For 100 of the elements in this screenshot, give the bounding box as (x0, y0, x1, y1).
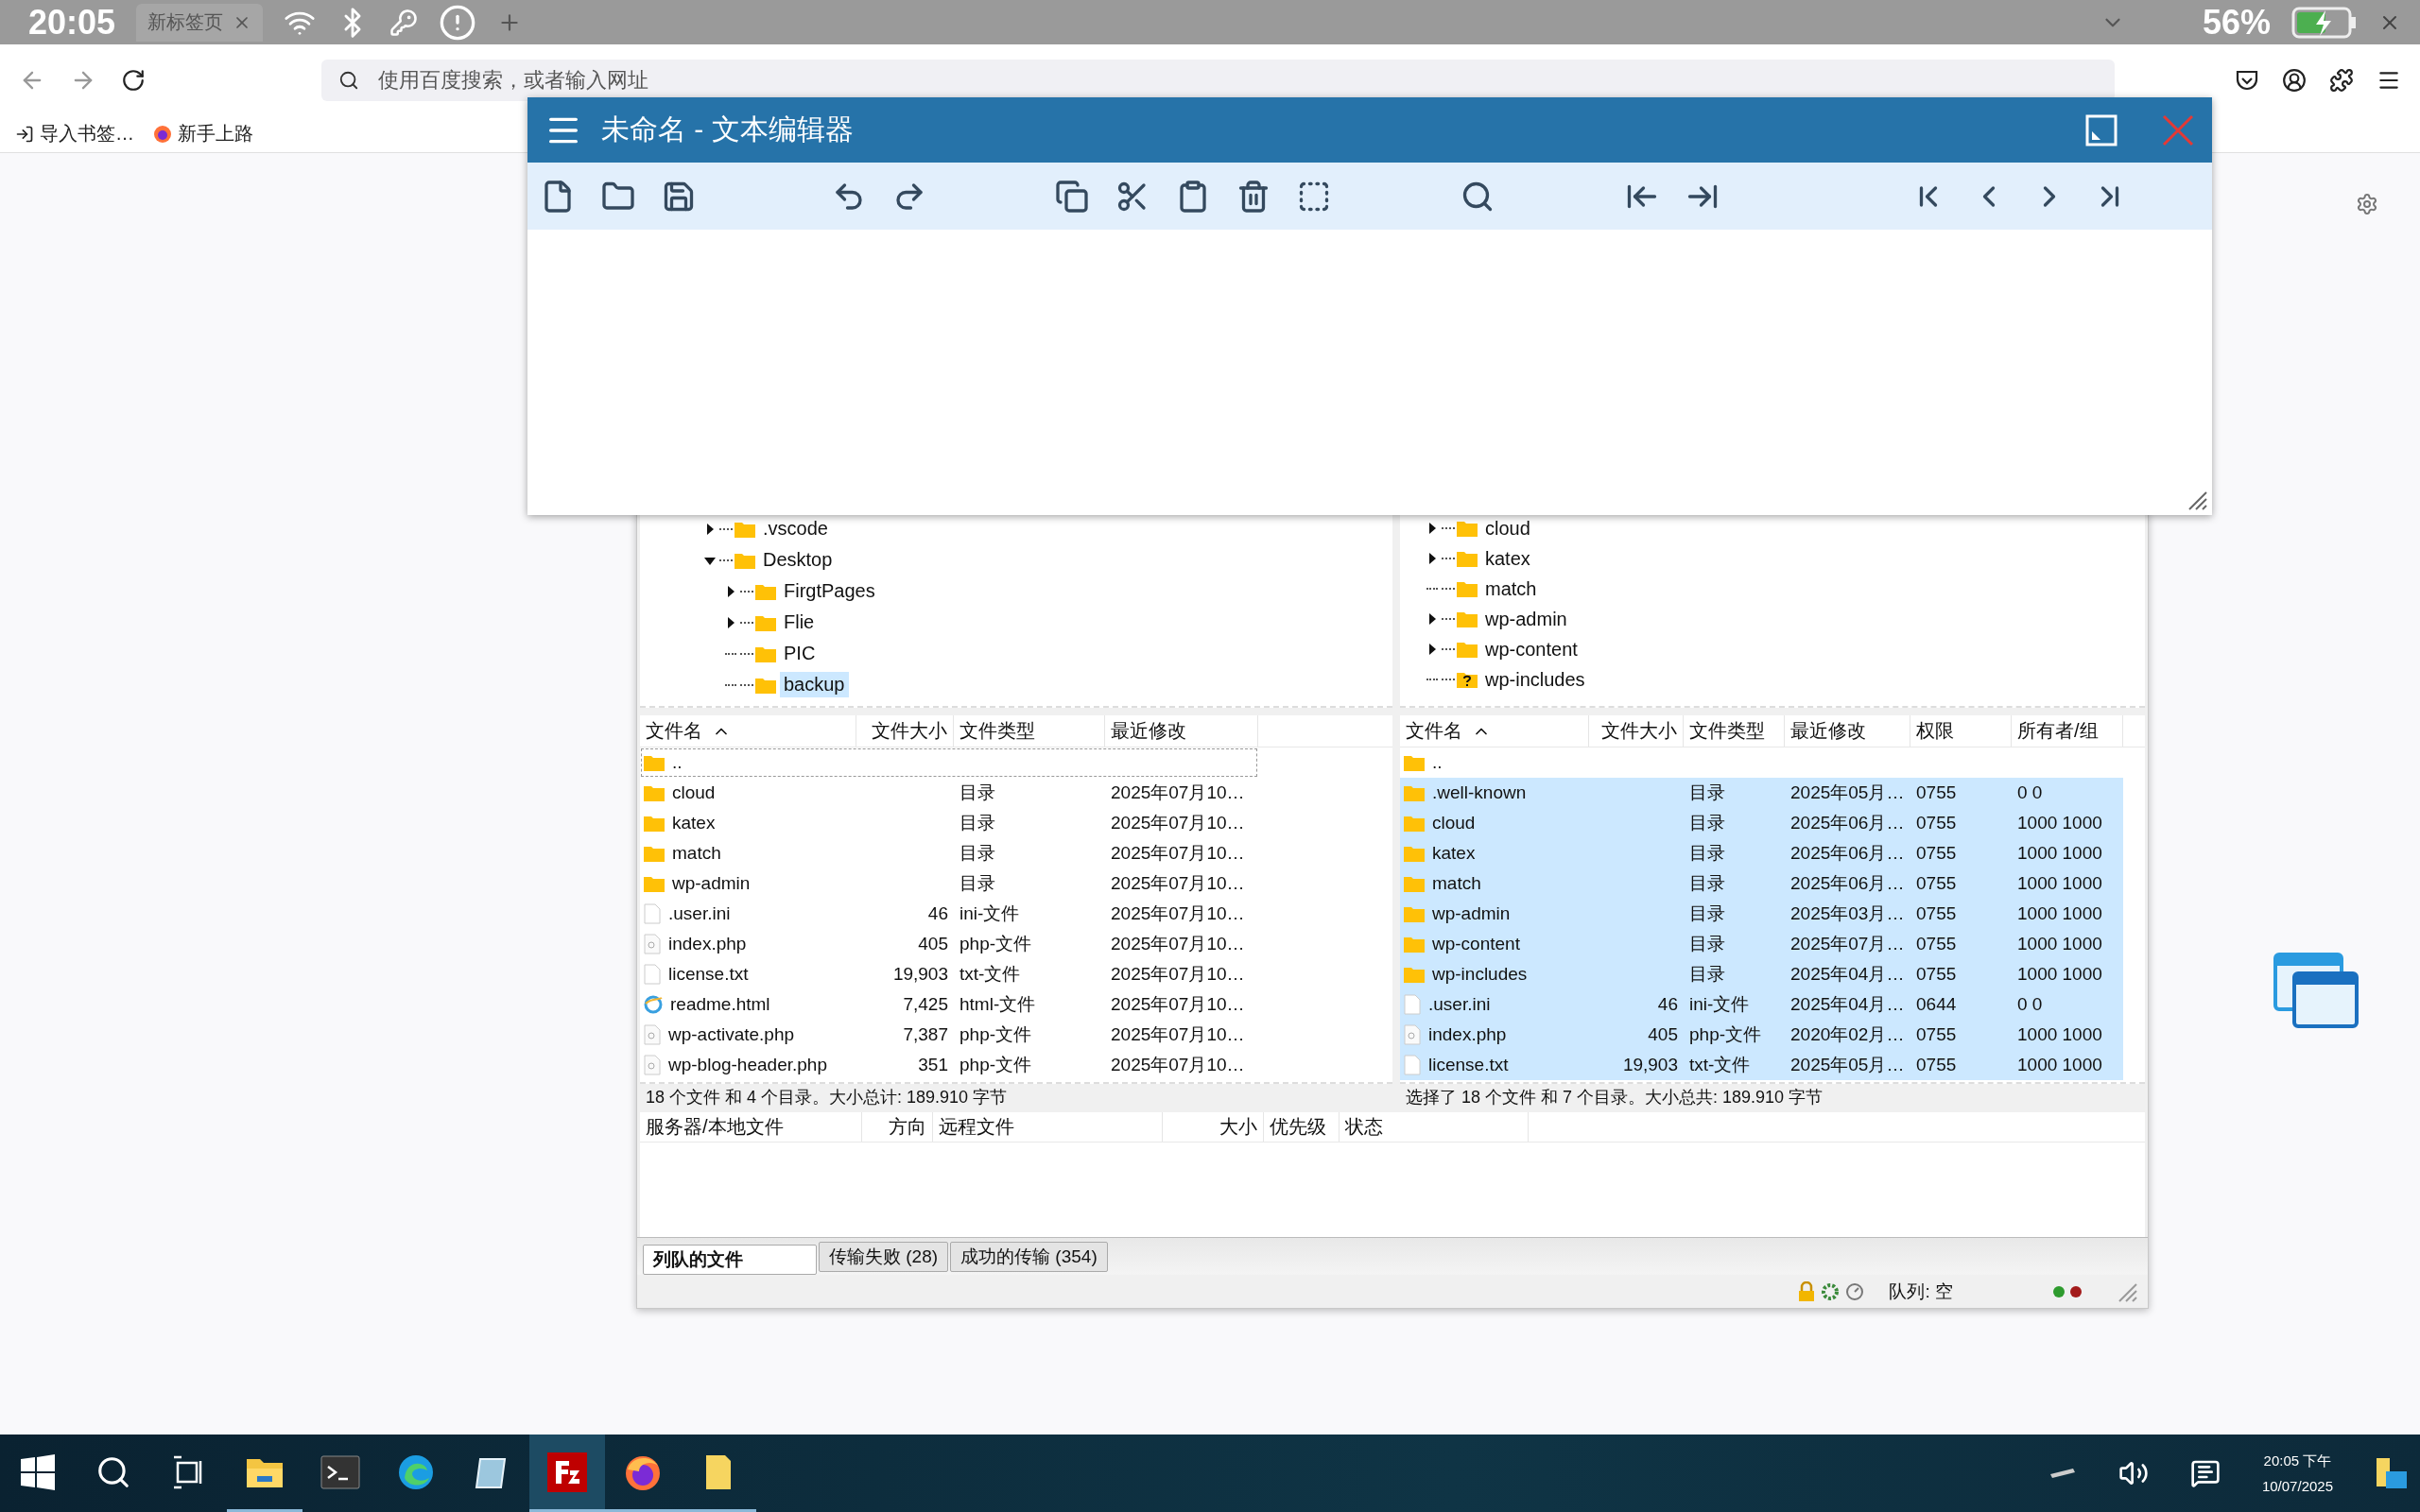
expand-arrow-icon[interactable] (1426, 553, 1438, 564)
extensions-icon[interactable] (2329, 67, 2354, 93)
account-icon[interactable] (2282, 67, 2307, 93)
folder-name[interactable]: wp-admin (1481, 606, 1571, 632)
column-header[interactable]: 服务器/本地文件 (640, 1112, 862, 1142)
folder-name[interactable]: Flie (780, 610, 819, 635)
folder-icon (1457, 610, 1478, 627)
column-header[interactable]: 文件类型 (954, 715, 1105, 747)
modified-date: 2025年05月… (1789, 782, 1906, 804)
column-header[interactable]: 所有者/组 (2012, 715, 2123, 747)
folder-name[interactable]: backup (780, 672, 849, 697)
restore-icon[interactable] (2085, 113, 2118, 146)
floating-window-icon[interactable] (2273, 953, 2359, 1028)
note-icon[interactable] (704, 1452, 733, 1491)
notification-icon[interactable] (2189, 1458, 2221, 1488)
file-name: wp-includes (1432, 964, 1528, 985)
queue-tab[interactable]: 传输失败 (28) (819, 1242, 949, 1272)
file-row[interactable]: wp-content 目录 2025年07月… 0755 1000 1000 (1400, 929, 2123, 959)
expand-arrow-icon[interactable] (1426, 644, 1438, 655)
permissions: 0755 (1915, 964, 1958, 985)
expand-arrow-icon[interactable] (704, 523, 716, 535)
address-field[interactable]: 使用百度搜索，或者输入网址 (321, 59, 2115, 101)
terminal-icon[interactable] (320, 1454, 360, 1489)
file-row[interactable]: .user.ini 46 ini-文件 2025年07月10… (640, 899, 1258, 929)
owner-group: 1000 1000 (2012, 843, 2123, 864)
column-header[interactable]: 状态 (1340, 1112, 1529, 1142)
file-size: 46 (1656, 994, 1679, 1015)
browser-swirl-icon[interactable] (397, 1452, 435, 1491)
folder-icon (644, 815, 665, 832)
column-header[interactable]: 最近修改 (1785, 715, 1910, 747)
folder-icon (644, 754, 665, 771)
column-header[interactable]: 文件名 (1400, 715, 1589, 747)
file-row[interactable]: match 目录 2025年06月… 0755 1000 1000 (1400, 868, 2123, 899)
folder-name[interactable]: PIC (780, 641, 820, 666)
bookmark-link[interactable]: 导入书签… (40, 121, 134, 146)
file-row[interactable]: index.php 405 php-文件 2025年07月10… (640, 929, 1258, 959)
column-header[interactable]: 文件类型 (1684, 715, 1785, 747)
file-row[interactable]: match 目录 2025年07月10… (640, 838, 1258, 868)
owner-group: 1000 1000 (2012, 1024, 2123, 1045)
file-row[interactable]: katex 目录 2025年06月… 0755 1000 1000 (1400, 838, 2123, 868)
file-row[interactable]: cloud 目录 2025年06月… 0755 1000 1000 (1400, 808, 2123, 838)
file-size: 7,387 (902, 1024, 949, 1045)
file-row[interactable]: license.txt 19,903 txt-文件 2025年07月10… (640, 959, 1258, 989)
file-row[interactable]: license.txt 19,903 txt-文件 2025年05月… 0755 1000 1000 (1400, 1050, 2123, 1080)
file-row[interactable]: .user.ini 46 ini-文件 2025年04月… 0644 0 0 (1400, 989, 2123, 1020)
file-row[interactable]: wp-includes 目录 2025年04月… 0755 1000 1000 (1400, 959, 2123, 989)
column-header[interactable]: 文件大小 (856, 715, 954, 747)
file-row[interactable]: cloud 目录 2025年07月10… (640, 778, 1258, 808)
expand-arrow-icon[interactable] (725, 585, 736, 597)
bookmark-link[interactable]: 新手上路 (178, 121, 253, 146)
file-row[interactable]: .well-known 目录 2025年05月… 0755 0 0 (1400, 778, 2123, 808)
file-row[interactable]: wp-admin 目录 2025年07月10… (640, 868, 1258, 899)
column-header[interactable]: 远程文件 (933, 1112, 1163, 1142)
file-row[interactable]: .. (640, 747, 1258, 778)
file-row[interactable]: wp-admin 目录 2025年03月… 0755 1000 1000 (1400, 899, 2123, 929)
queue-tab[interactable]: 成功的传输 (354) (950, 1242, 1108, 1272)
column-header[interactable]: 优先级 (1264, 1112, 1340, 1142)
folder-name[interactable]: .vscode (759, 516, 832, 541)
filezilla-icon[interactable] (547, 1452, 587, 1492)
folder-name[interactable]: FirgtPages (780, 578, 879, 604)
gauge-icon (1845, 1281, 1865, 1301)
script-file-icon (1404, 1024, 1421, 1045)
file-icon (644, 903, 661, 924)
column-header[interactable]: 方向 (862, 1112, 933, 1142)
folder-name[interactable]: match (1481, 576, 1541, 602)
settings-icon[interactable] (2356, 193, 2378, 215)
file-row[interactable]: katex 目录 2025年07月10… (640, 808, 1258, 838)
column-header[interactable]: 大小 (1163, 1112, 1264, 1142)
status-time: 20:05 (28, 2, 116, 43)
expand-arrow-icon[interactable] (1426, 523, 1438, 534)
script-file-icon (644, 1055, 661, 1075)
file-row[interactable]: index.php 405 php-文件 2020年02月… 0755 1000 1000 (1400, 1020, 2123, 1050)
modified-date: 2025年07月10… (1110, 872, 1246, 895)
folder-icon (1457, 641, 1478, 658)
file-type: 目录 (1688, 812, 1726, 834)
folder-name[interactable]: wp-content (1481, 636, 1582, 662)
column-header[interactable]: 文件名 (640, 715, 856, 747)
file-row[interactable]: wp-blog-header.php 351 php-文件 2025年07月10… (640, 1050, 1258, 1080)
folder-name[interactable]: cloud (1481, 515, 1534, 541)
file-type: 目录 (1688, 933, 1726, 955)
queue-tab[interactable]: 列队的文件 (643, 1245, 817, 1275)
folder-name[interactable]: katex (1481, 545, 1534, 572)
folder-name[interactable]: wp-includes (1481, 666, 1589, 693)
file-row[interactable]: readme.html 7,425 html-文件 2025年07月10… (640, 989, 1258, 1020)
column-header[interactable]: 权限 (1910, 715, 2012, 747)
reload-icon[interactable] (121, 67, 146, 93)
windows-logo-icon[interactable] (19, 1452, 57, 1491)
copy-icon[interactable] (1055, 179, 1089, 214)
column-header[interactable]: 文件大小 (1589, 715, 1684, 747)
file-type: txt-文件 (959, 963, 1022, 986)
file-row[interactable]: wp-activate.php 7,387 php-文件 2025年07月10… (640, 1020, 1258, 1050)
lock-icon (1798, 1280, 1816, 1302)
modified-date: 2025年07月… (1789, 933, 1906, 955)
file-name: .user.ini (668, 903, 731, 924)
file-row[interactable]: .. (1400, 747, 2123, 778)
delete-icon[interactable] (1236, 179, 1270, 214)
folder-name[interactable]: Desktop (759, 547, 837, 573)
expand-arrow-icon[interactable] (1426, 613, 1438, 625)
expand-arrow-icon[interactable] (725, 616, 736, 628)
column-header[interactable]: 最近修改 (1105, 715, 1258, 747)
